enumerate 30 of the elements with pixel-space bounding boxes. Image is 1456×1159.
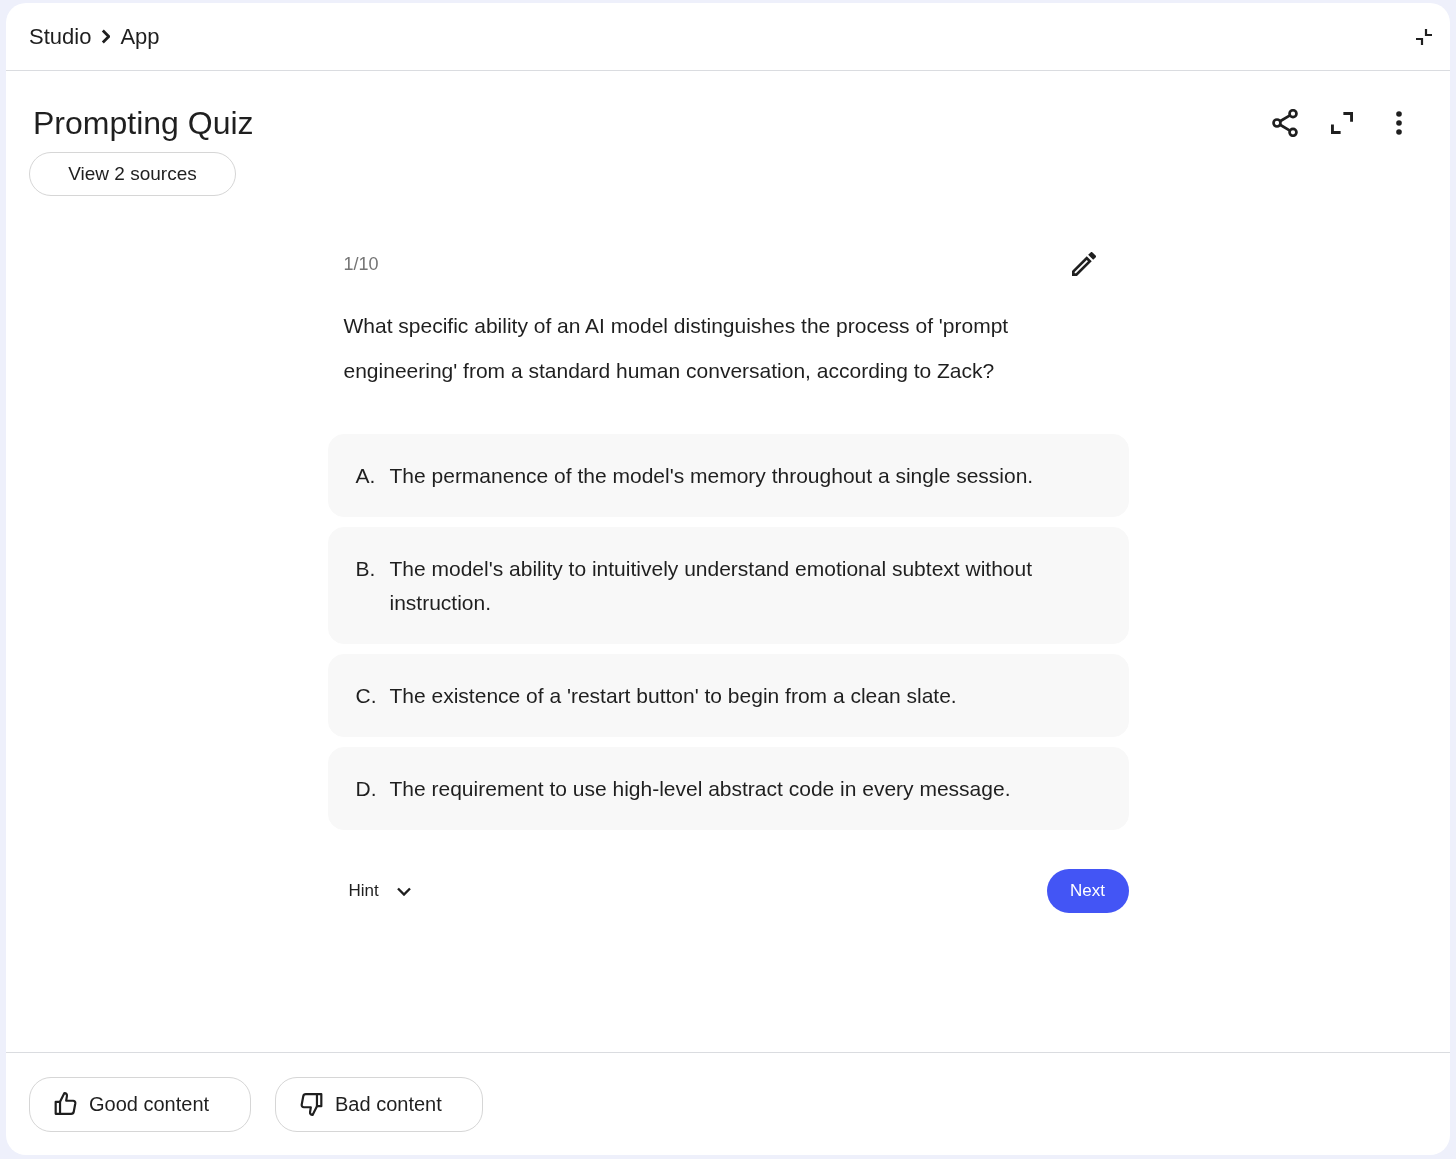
share-icon[interactable]	[1271, 109, 1299, 137]
good-content-button[interactable]: Good content	[29, 1076, 251, 1132]
answer-option[interactable]: B. The model's ability to intuitively understand emotional subtext without instruction.	[327, 527, 1129, 644]
thumbs-up-icon	[54, 1092, 77, 1116]
edit-icon[interactable]	[1071, 252, 1096, 276]
breadcrumb-link[interactable]: App	[120, 20, 160, 53]
option-letter: C.	[355, 682, 378, 709]
hint-toggle[interactable]: Hint	[327, 869, 411, 913]
answer-option[interactable]: C. The existence of a 'restart button' to begin from a clean slate.	[327, 654, 1129, 737]
collapse-icon[interactable]	[1416, 28, 1432, 45]
breadcrumb-link[interactable]: Studio	[29, 20, 92, 53]
page-title: Prompting Quiz	[33, 104, 254, 143]
view-sources-button[interactable]: View 2 sources	[29, 152, 236, 196]
more-options-icon[interactable]	[1396, 111, 1402, 135]
option-letter: A.	[355, 462, 377, 489]
next-button[interactable]: Next	[1046, 869, 1129, 913]
bad-content-button[interactable]: Bad content	[275, 1076, 483, 1132]
option-letter: D.	[355, 775, 378, 802]
option-text: The model's ability to intuitively understand emotional subtext without instruction.	[389, 555, 1034, 616]
option-text: The requirement to use high-level abstract code in every message.	[389, 775, 1011, 802]
question-text: What specific ability of an AI model distinguishes the process of 'prompt engineering' from a standard human conversation, according to Zack?	[342, 313, 1010, 384]
answer-option[interactable]: A. The permanence of the model's memory throughout a single session.	[327, 434, 1129, 517]
option-letter: B.	[355, 555, 377, 582]
thumbs-down-icon	[300, 1092, 323, 1116]
option-text: The existence of a 'restart button' to begin from a clean slate.	[389, 682, 957, 709]
option-text: The permanence of the model's memory throughout a single session.	[389, 462, 1034, 489]
chevron-right-icon	[101, 29, 111, 44]
answer-option[interactable]: D. The requirement to use high-level abstract code in every message.	[327, 747, 1129, 830]
expand-icon[interactable]	[1331, 112, 1353, 134]
question-counter: 1/10	[343, 252, 379, 276]
